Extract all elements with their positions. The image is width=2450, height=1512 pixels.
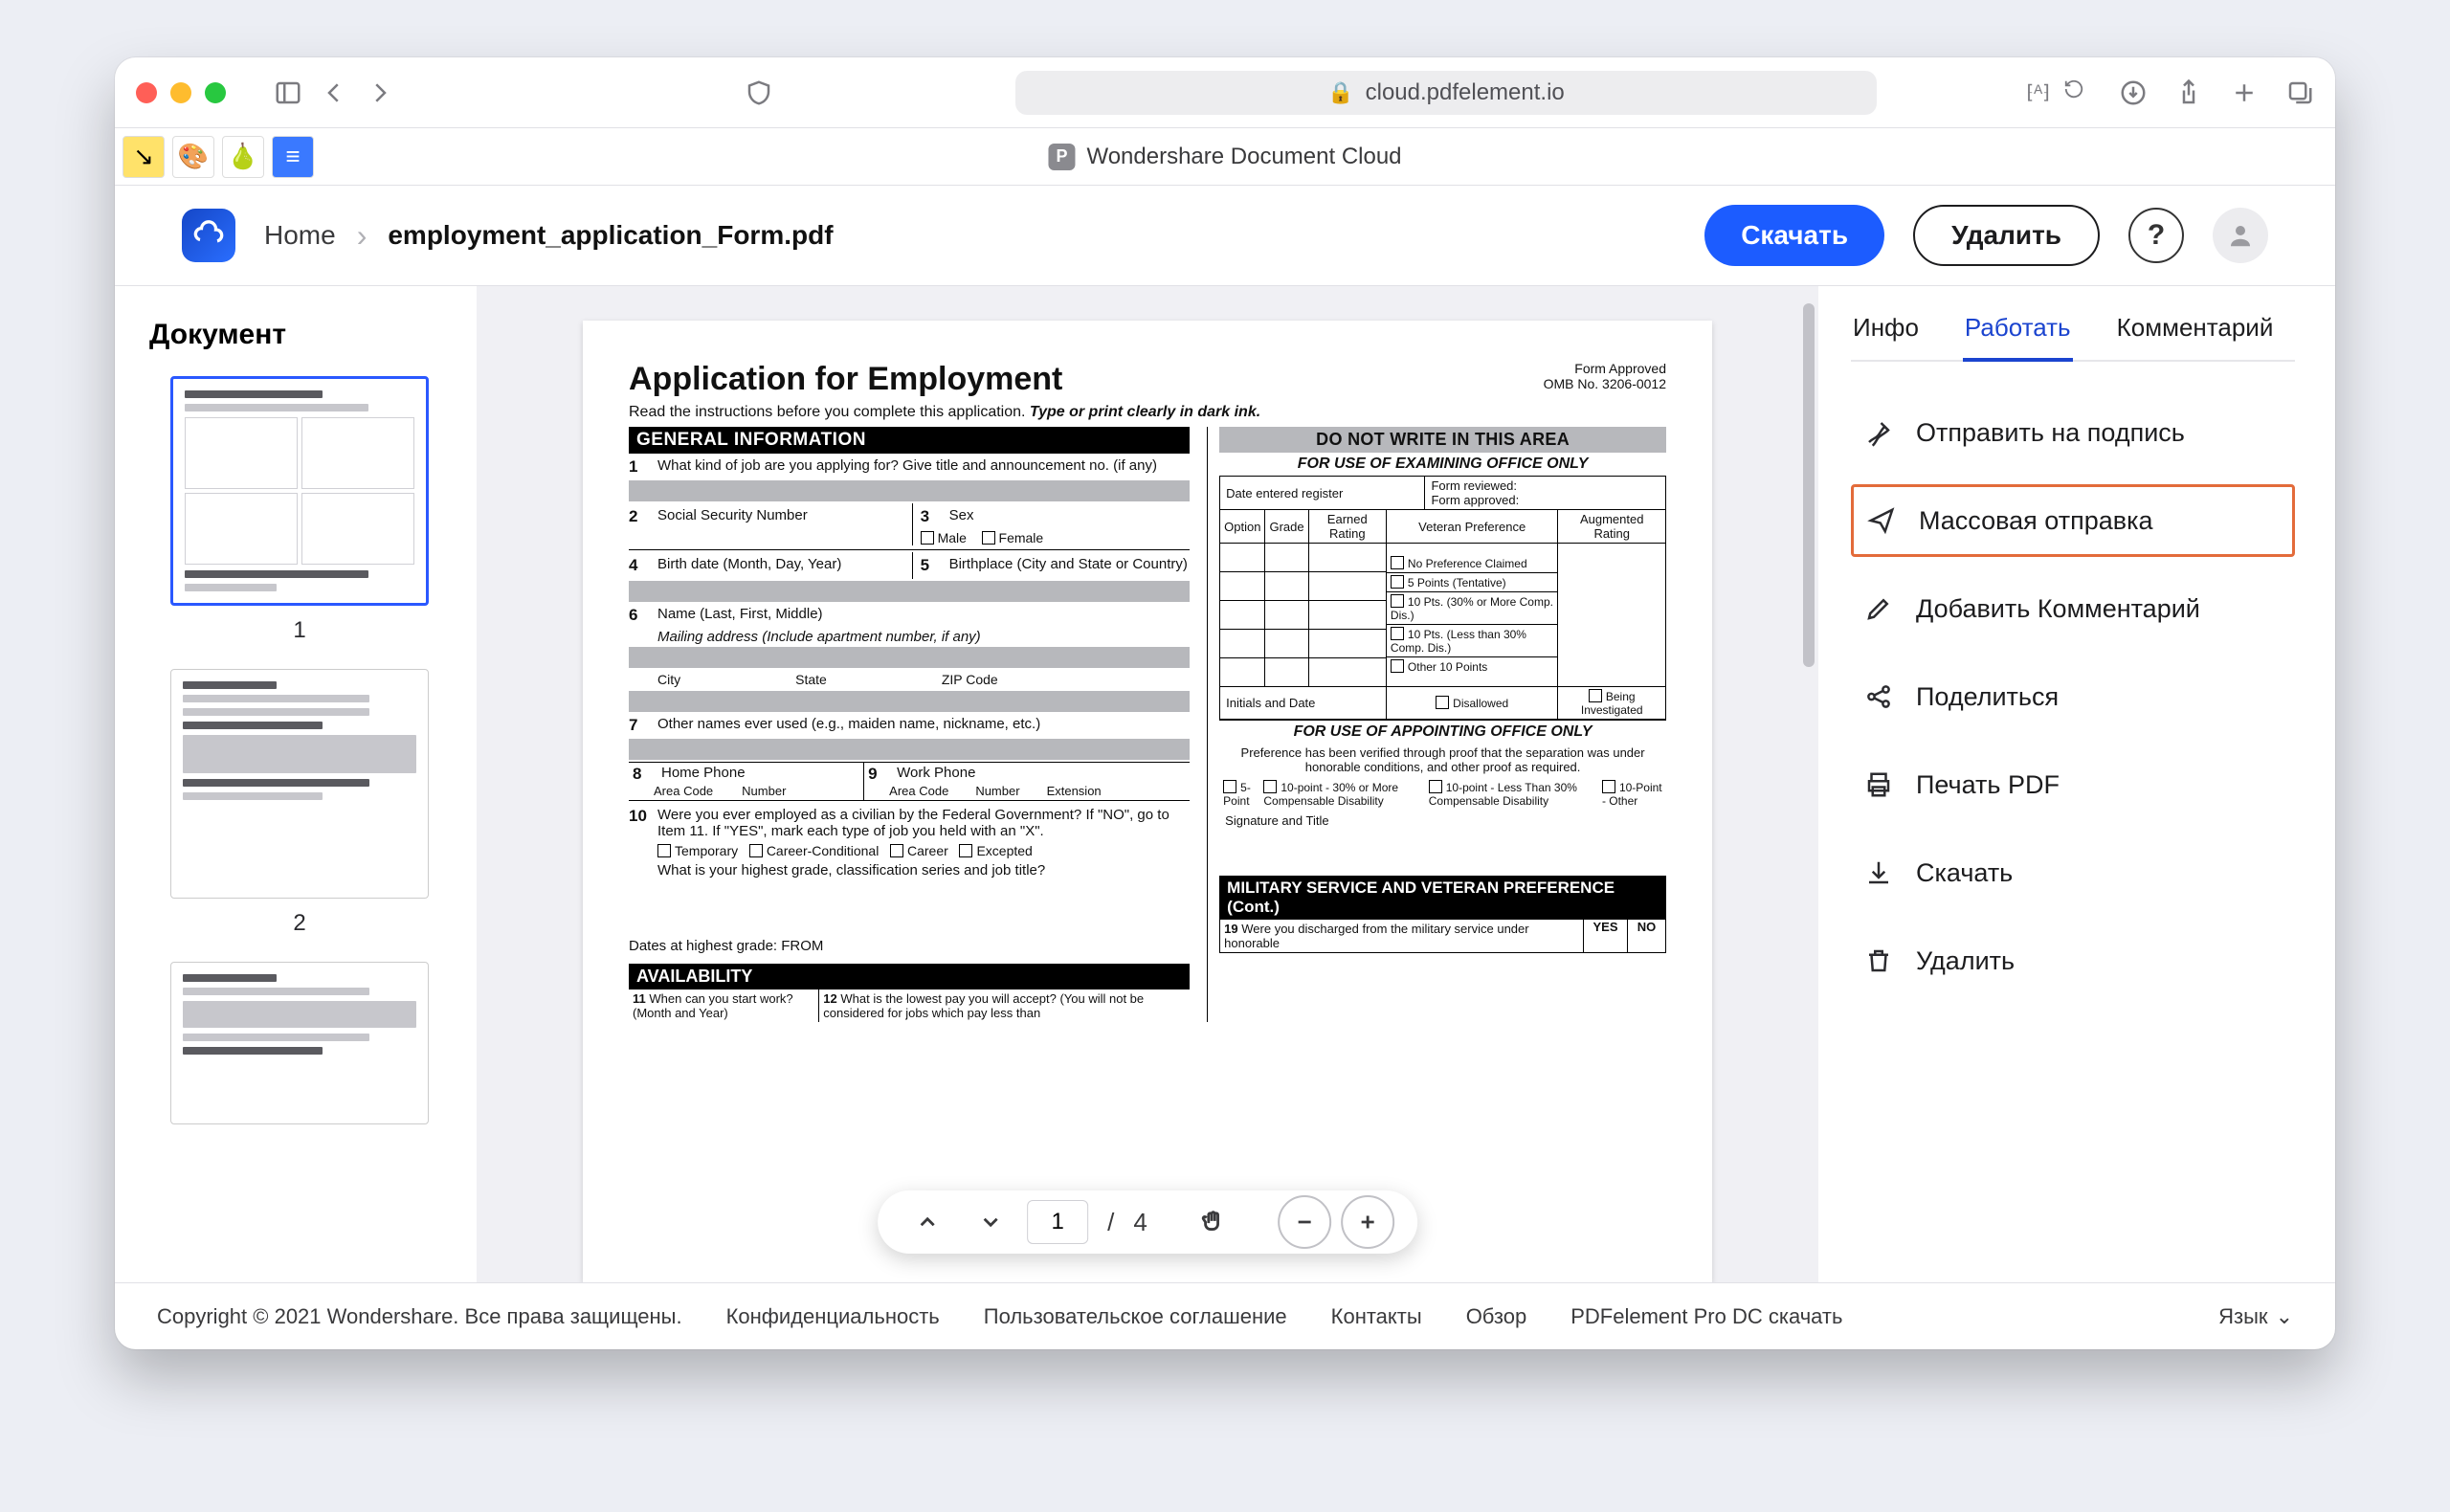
footer-copyright: Copyright © 2021 Wondershare. Все права …: [157, 1304, 682, 1329]
site-favicon-icon: P: [1048, 144, 1075, 170]
chevron-down-icon: ⌄: [2276, 1304, 2293, 1329]
zoom-out-button[interactable]: [1278, 1195, 1331, 1249]
sidebar-toggle-icon[interactable]: [274, 78, 302, 107]
footer-download-link[interactable]: PDFelement Pro DC скачать: [1570, 1304, 1842, 1329]
close-window-button[interactable]: [136, 82, 157, 103]
tab-work[interactable]: Работать: [1963, 313, 2073, 360]
footer-terms-link[interactable]: Пользовательское соглашение: [984, 1304, 1287, 1329]
page-thumbnail-2[interactable]: [170, 669, 429, 899]
thumbnail-sidebar: Документ 1 2: [115, 286, 477, 1282]
browser-tab[interactable]: P Wondershare Document Cloud: [1048, 144, 1401, 170]
printer-icon: [1864, 770, 1893, 799]
favorite-4[interactable]: ≡: [272, 136, 314, 178]
lock-icon: 🔒: [1327, 80, 1353, 105]
nav-forward-icon[interactable]: [366, 78, 394, 107]
doc-subtitle: Read the instructions before you complet…: [629, 404, 1666, 421]
trash-icon: [1864, 946, 1893, 975]
tab-overview-icon[interactable]: [2285, 78, 2314, 107]
favorite-3[interactable]: 🍐: [222, 136, 264, 178]
document-viewer[interactable]: Form Approved OMB No. 3206-0012 Applicat…: [477, 286, 1818, 1282]
page-thumbnail-3[interactable]: [170, 962, 429, 1124]
pan-tool-button[interactable]: [1186, 1195, 1239, 1249]
downloads-icon[interactable]: [2119, 78, 2148, 107]
footer-contacts-link[interactable]: Контакты: [1331, 1304, 1422, 1329]
language-selector[interactable]: Язык ⌄: [2218, 1304, 2293, 1329]
download-button[interactable]: Скачать: [1704, 205, 1884, 266]
favorite-1[interactable]: ↘: [122, 136, 165, 178]
right-panel-tabs: Инфо Работать Комментарий: [1851, 313, 2295, 362]
section-general-info: GENERAL INFORMATION: [629, 427, 1190, 454]
footer-privacy-link[interactable]: Конфиденциальность: [726, 1304, 940, 1329]
pencil-icon: [1864, 594, 1893, 623]
current-page-input[interactable]: [1027, 1200, 1088, 1244]
pen-sign-icon: [1864, 418, 1893, 447]
breadcrumb-file: employment_application_Form.pdf: [388, 220, 833, 251]
tab-comments[interactable]: Комментарий: [2115, 313, 2276, 360]
user-avatar[interactable]: [2213, 208, 2268, 263]
doc-title: Application for Employment: [629, 361, 1666, 398]
action-share[interactable]: Поделиться: [1851, 660, 2295, 733]
favorites-bar: ↘ 🎨 🍐 ≡ P Wondershare Document Cloud: [115, 128, 2335, 186]
reload-icon[interactable]: [2063, 78, 2084, 106]
scrollbar[interactable]: [1803, 303, 1815, 667]
app-header: Home › employment_application_Form.pdf С…: [115, 186, 2335, 286]
breadcrumb-home[interactable]: Home: [264, 220, 336, 251]
app-logo-icon[interactable]: [182, 209, 235, 262]
browser-window: { "browser": { "url": "cloud.pdfelement.…: [115, 57, 2335, 1349]
thumbnail-2-label: 2: [144, 910, 456, 937]
do-not-write-banner: DO NOT WRITE IN THIS AREA: [1219, 427, 1666, 453]
favorite-2[interactable]: 🎨: [172, 136, 214, 178]
action-send-for-signature[interactable]: Отправить на подпись: [1851, 396, 2295, 469]
address-bar-actions: ⁅ᴬ⁆: [2026, 78, 2084, 106]
help-button[interactable]: ?: [2128, 208, 2184, 263]
action-delete[interactable]: Удалить: [1851, 924, 2295, 997]
paper-plane-icon: [1867, 506, 1896, 535]
next-page-button[interactable]: [964, 1195, 1017, 1249]
tab-title-text: Wondershare Document Cloud: [1086, 144, 1401, 170]
page-toolbar: / 4: [878, 1190, 1417, 1254]
url-text: cloud.pdfelement.io: [1366, 79, 1565, 106]
browser-titlebar: 🔒 cloud.pdfelement.io ⁅ᴬ⁆: [115, 57, 2335, 128]
new-tab-icon[interactable]: [2230, 78, 2259, 107]
pdf-page: Form Approved OMB No. 3206-0012 Applicat…: [583, 321, 1712, 1282]
shield-icon[interactable]: [745, 78, 773, 107]
chevron-right-icon: ›: [357, 218, 368, 254]
right-panel: Инфо Работать Комментарий Отправить на п…: [1818, 286, 2335, 1282]
zoom-in-button[interactable]: [1341, 1195, 1394, 1249]
action-add-comment[interactable]: Добавить Комментарий: [1851, 572, 2295, 645]
address-bar[interactable]: 🔒 cloud.pdfelement.io ⁅ᴬ⁆: [1015, 71, 1877, 115]
delete-button[interactable]: Удалить: [1913, 205, 2100, 266]
action-download[interactable]: Скачать: [1851, 836, 2295, 909]
action-print[interactable]: Печать PDF: [1851, 748, 2295, 821]
sidebar-title: Документ: [149, 319, 456, 351]
prev-page-button[interactable]: [901, 1195, 954, 1249]
total-pages: 4: [1133, 1208, 1147, 1237]
footer-overview-link[interactable]: Обзор: [1466, 1304, 1527, 1329]
form-approval-note: Form Approved OMB No. 3206-0012: [1544, 361, 1666, 391]
breadcrumb: Home › employment_application_Form.pdf: [264, 218, 834, 254]
share-nodes-icon: [1864, 682, 1893, 711]
share-icon[interactable]: [2174, 78, 2203, 107]
nav-back-icon[interactable]: [320, 78, 348, 107]
page-footer: Copyright © 2021 Wondershare. Все права …: [115, 1282, 2335, 1349]
fullscreen-window-button[interactable]: [205, 82, 226, 103]
minimize-window-button[interactable]: [170, 82, 191, 103]
action-bulk-send[interactable]: Массовая отправка: [1851, 484, 2295, 557]
page-thumbnail-1[interactable]: [170, 376, 429, 606]
tab-info[interactable]: Инфо: [1851, 313, 1921, 360]
download-icon: [1864, 858, 1893, 887]
thumbnail-1-label: 1: [144, 617, 456, 644]
window-controls: [136, 82, 226, 103]
examining-office-table: Date entered register Form reviewed:Form…: [1219, 476, 1666, 510]
translate-icon[interactable]: ⁅ᴬ⁆: [2026, 80, 2050, 104]
page-sep: /: [1107, 1208, 1114, 1237]
